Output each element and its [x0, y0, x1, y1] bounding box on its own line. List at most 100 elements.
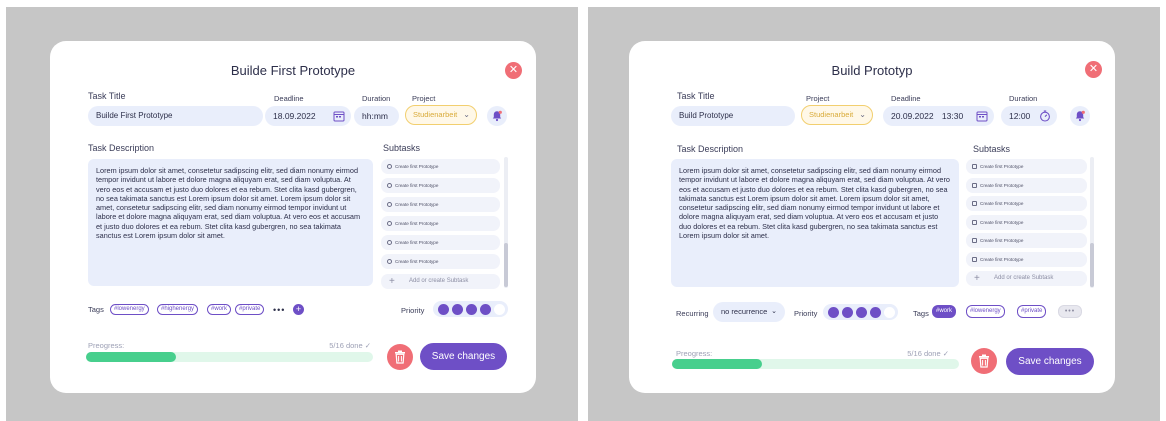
radio-icon[interactable]	[387, 183, 392, 189]
deadline-input[interactable]: 20.09.2022 13:30	[883, 106, 994, 126]
checkbox-icon[interactable]	[972, 238, 977, 244]
radio-icon[interactable]	[387, 259, 392, 265]
close-icon[interactable]: ✕	[1085, 61, 1102, 78]
checkbox-icon[interactable]	[972, 256, 977, 262]
priority-selector[interactable]	[823, 304, 898, 320]
add-subtask-label: Add or create Subtask	[994, 275, 1054, 281]
plus-icon: +	[974, 273, 980, 284]
subtask-item[interactable]: Create first Prototype	[966, 233, 1087, 248]
subtask-label: Create first Prototype	[980, 164, 1024, 169]
label-duration: Duration	[362, 94, 391, 103]
chevron-down-icon: ⌄	[463, 110, 470, 119]
subtask-scrollbar[interactable]	[504, 157, 508, 288]
duration-input[interactable]: hh:mm	[354, 106, 399, 126]
reminder-button[interactable]	[487, 106, 507, 126]
subtask-item[interactable]: Create first Prototype	[381, 235, 500, 250]
scrollbar-thumb[interactable]	[1090, 243, 1094, 287]
progress-label: Preogress:	[88, 341, 125, 350]
close-icon[interactable]: ✕	[505, 62, 522, 79]
tag-chip-selected[interactable]: #work	[932, 305, 957, 318]
subtask-label: Create first Prototype	[395, 183, 439, 188]
tag-chip[interactable]: #highenergy	[157, 304, 199, 315]
delete-button[interactable]	[387, 344, 413, 370]
chevron-down-icon: ⌄	[771, 308, 777, 315]
deadline-input[interactable]: 18.09.2022	[265, 106, 351, 126]
label-project: Project	[412, 94, 436, 103]
tag-chip[interactable]: #work	[207, 304, 232, 315]
priority-dot[interactable]	[856, 306, 867, 318]
add-tag-button[interactable]: +	[293, 304, 304, 315]
add-subtask-button[interactable]: + Add or create Subtask	[381, 274, 500, 289]
priority-dot[interactable]	[494, 303, 505, 315]
label-priority: Priority	[794, 309, 818, 318]
reminder-button[interactable]	[1070, 106, 1090, 126]
add-subtask-label: Add or create Subtask	[409, 278, 469, 284]
project-value: Studienarbeit	[809, 110, 854, 119]
label-task-description: Task Description	[677, 144, 744, 154]
subtask-scrollbar[interactable]	[1090, 157, 1094, 288]
radio-icon[interactable]	[387, 240, 392, 246]
checkbox-icon[interactable]	[972, 182, 977, 188]
tag-chip[interactable]: #private	[235, 304, 265, 315]
task-description-input[interactable]: Lorem ipsum dolor sit amet, consetetur s…	[88, 159, 373, 286]
subtask-item[interactable]: Create first Prototype	[966, 177, 1087, 193]
delete-button[interactable]	[971, 348, 997, 374]
task-title-input[interactable]: Builde First Prototype	[88, 106, 263, 126]
chevron-down-icon: ⌄	[859, 110, 866, 119]
scrollbar-thumb[interactable]	[504, 243, 508, 287]
left-backdrop: Builde First Prototype ✕ Task Title Dead…	[6, 7, 578, 421]
task-title-value: Build Prototype	[679, 111, 734, 120]
priority-dot[interactable]	[452, 303, 463, 315]
subtask-item[interactable]: Create first Prototype	[966, 251, 1087, 267]
progress-fill	[86, 352, 176, 362]
label-deadline: Deadline	[274, 94, 304, 103]
subtask-item[interactable]: Create first Prototype	[966, 159, 1087, 174]
priority-dot[interactable]	[828, 306, 839, 318]
task-edit-dialog-v1: Builde First Prototype ✕ Task Title Dead…	[50, 41, 536, 393]
subtask-item[interactable]: Create first Prototype	[966, 196, 1087, 211]
checkbox-icon[interactable]	[972, 164, 977, 170]
subtask-item[interactable]: Create first Prototype	[381, 197, 500, 212]
radio-icon[interactable]	[387, 164, 392, 170]
tag-chip[interactable]: #private	[1017, 305, 1047, 318]
priority-dot[interactable]	[466, 303, 477, 315]
radio-icon[interactable]	[387, 221, 392, 227]
plus-icon: +	[389, 276, 395, 287]
label-task-description: Task Description	[88, 143, 155, 153]
subtask-label: Create first Prototype	[980, 238, 1024, 243]
task-title-input[interactable]: Build Prototype	[671, 106, 795, 126]
more-tags-icon[interactable]: •••	[1058, 305, 1082, 318]
progress-label: Preogress:	[676, 349, 713, 358]
add-subtask-button[interactable]: + Add or create Subtask	[966, 271, 1087, 286]
recurrence-select[interactable]: no recurrence ⌄	[713, 302, 785, 322]
project-select[interactable]: Studienarbeit ⌄	[405, 105, 477, 125]
priority-selector[interactable]	[433, 301, 508, 317]
subtask-label: Create first Prototype	[980, 219, 1024, 225]
priority-dot[interactable]	[884, 306, 895, 318]
checkbox-icon[interactable]	[972, 219, 977, 225]
radio-icon[interactable]	[387, 202, 392, 208]
priority-dot[interactable]	[842, 306, 853, 318]
progress-bar	[86, 352, 373, 362]
project-select[interactable]: Studienarbeit ⌄	[801, 105, 873, 125]
deadline-date: 20.09.2022	[891, 111, 934, 121]
save-changes-button[interactable]: Save changes	[420, 343, 507, 370]
priority-dot[interactable]	[480, 303, 491, 315]
label-task-title: Task Title	[88, 91, 126, 101]
tag-chip[interactable]: #lowenergy	[110, 304, 149, 315]
priority-dot[interactable]	[870, 306, 881, 318]
save-changes-button[interactable]: Save changes	[1006, 348, 1094, 375]
subtask-item[interactable]: Create first Prototype	[966, 214, 1087, 230]
task-description-input[interactable]: Lorem ipsum dolor sit amet, consetetur s…	[671, 159, 959, 287]
subtask-item[interactable]: Create first Prototype	[381, 178, 500, 193]
timer-icon	[1040, 110, 1050, 122]
subtask-item[interactable]: Create first Prototype	[381, 216, 500, 231]
more-tags-icon[interactable]: •••	[273, 305, 285, 315]
subtask-item[interactable]: Create first Prototype	[381, 159, 500, 174]
tag-chip[interactable]: #lowenergy	[966, 305, 1005, 318]
priority-dot[interactable]	[438, 303, 449, 315]
duration-input[interactable]: 12:00	[1001, 106, 1057, 126]
checkbox-icon[interactable]	[972, 201, 977, 207]
subtask-item[interactable]: Create first Prototype	[381, 254, 500, 269]
label-subtasks: Subtasks	[383, 143, 421, 153]
